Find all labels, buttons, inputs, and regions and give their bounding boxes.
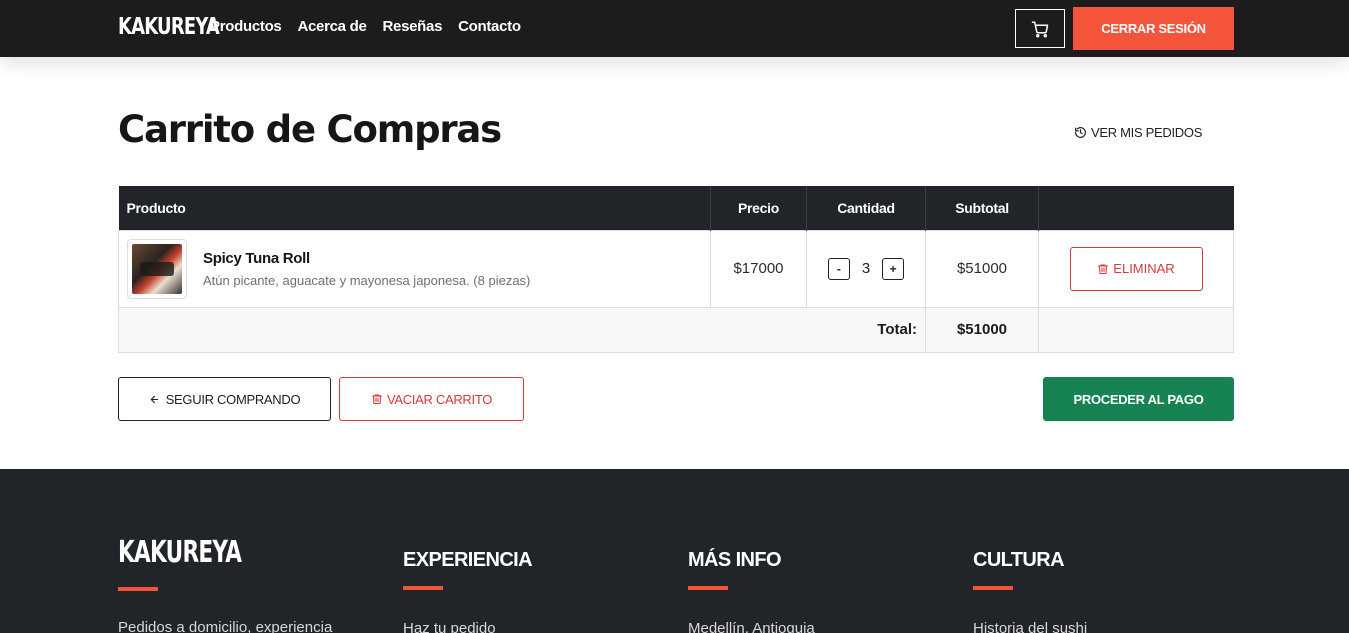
product-cell: Spicy Tuna Roll Atún picante, aguacate y… [118,229,711,308]
footer-text: Medellín, Antioquia [688,620,815,633]
arrow-left-icon [150,395,158,403]
view-orders-link[interactable]: VER MIS PEDIDOS [1074,125,1202,140]
nav-link-acerca[interactable]: Acerca de [297,18,366,35]
decrease-quantity-button[interactable]: - [827,257,850,280]
footer-column-mas-info: MÁS INFO Medellín, Antioquia [688,549,815,633]
trash-icon [371,394,382,405]
table-header-row: Producto Precio Cantidad Subtotal [118,186,1234,230]
header-producto: Producto [118,186,711,230]
footer-tagline: Pedidos a domicilio, experiencia [118,619,333,633]
footer-heading: MÁS INFO [688,549,782,571]
nav-links: Productos Acerca de Reseñas Contacto [210,18,521,35]
table-row: Spicy Tuna Roll Atún picante, aguacate y… [118,229,1234,308]
footer: KAKUREYA Pedidos a domicilio, experienci… [0,469,1349,633]
brand-logo[interactable]: KAKUREYA [118,14,220,40]
top-navbar: KAKUREYA Productos Acerca de Reseñas Con… [0,0,1349,57]
product-subtotal: $51000 [925,229,1039,308]
increase-quantity-button[interactable]: + [882,257,905,280]
cart-table: Producto Precio Cantidad Subtotal Spicy … [118,186,1234,353]
total-row: Total: $51000 [118,306,1234,353]
actions-cell: ELIMINAR [1038,229,1234,308]
footer-heading-underline [688,586,728,590]
product-image [132,243,182,294]
footer-link[interactable]: Historia del sushi [973,620,1087,633]
nav-link-productos[interactable]: Productos [210,18,282,35]
quantity-value: 3 [861,260,871,277]
continue-shopping-label: SEGUIR COMPRANDO [165,391,301,407]
header-actions [1038,186,1234,230]
footer-column-cultura: CULTURA Historia del sushi [973,549,1087,633]
product-name: Spicy Tuna Roll [203,249,310,267]
nav-link-contacto[interactable]: Contacto [458,18,521,35]
footer-link[interactable]: Haz tu pedido [403,620,532,633]
footer-column-experiencia: EXPERIENCIA Haz tu pedido [403,549,533,633]
total-empty-cell [1038,306,1234,353]
cart-button[interactable] [1015,9,1065,48]
footer-heading: EXPERIENCIA [403,549,533,571]
empty-cart-label: VACIAR CARRITO [386,391,493,407]
empty-cart-button[interactable]: VACIAR CARRITO [339,377,524,421]
logout-button[interactable]: CERRAR SESIÓN [1073,7,1234,50]
total-label: Total: [118,306,926,353]
delete-label: ELIMINAR [1113,261,1175,276]
header-subtotal: Subtotal [925,186,1039,230]
product-description: Atún picante, aguacate y mayonesa japone… [203,272,531,288]
product-thumbnail [127,238,187,299]
delete-item-button[interactable]: ELIMINAR [1069,246,1203,291]
history-icon [1075,127,1086,138]
footer-heading-underline [973,586,1013,590]
header-precio: Precio [710,186,807,230]
total-value: $51000 [925,306,1039,353]
footer-logo-underline [118,587,158,591]
trash-icon [1098,263,1109,274]
product-price: $17000 [710,229,807,308]
footer-logo: KAKUREYA [118,535,242,570]
proceed-to-payment-button[interactable]: PROCEDER AL PAGO [1043,377,1234,421]
footer-heading-underline [403,586,443,590]
quantity-cell: - 3 + [806,229,926,308]
cart-icon [1031,21,1049,37]
header-cantidad: Cantidad [806,186,926,230]
continue-shopping-button[interactable]: SEGUIR COMPRANDO [118,377,331,421]
nav-link-resenas[interactable]: Reseñas [383,18,443,35]
page-title: Carrito de Compras [118,108,502,151]
view-orders-label: VER MIS PEDIDOS [1091,125,1203,140]
footer-heading: CULTURA [973,549,1065,571]
